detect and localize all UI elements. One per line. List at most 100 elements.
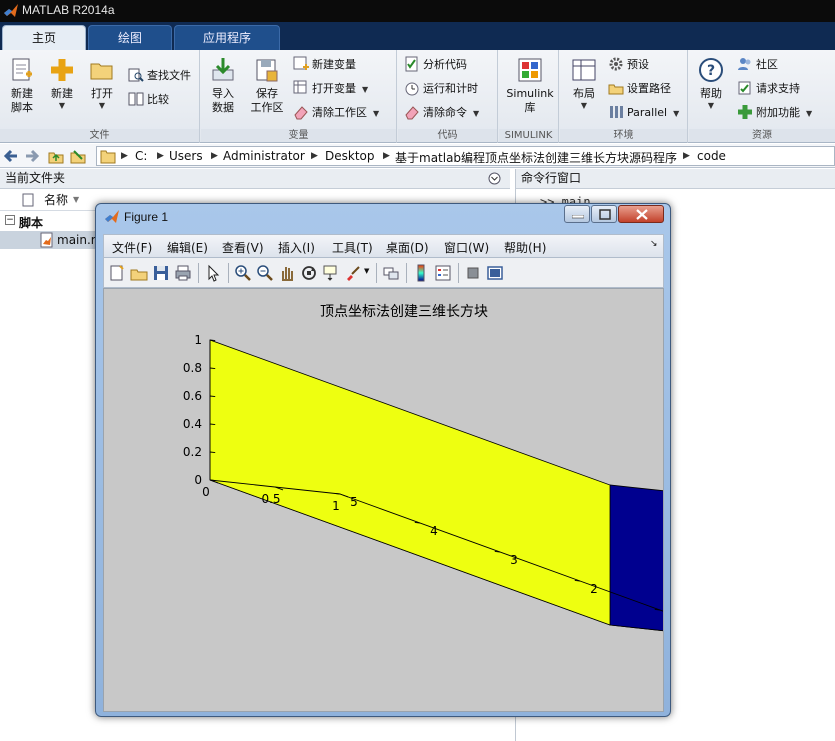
new-variable-button[interactable]: 新建变量 [293,55,356,75]
brush-icon[interactable] [344,264,362,282]
link-plot-icon[interactable] [382,264,400,282]
collapse-icon[interactable]: − [5,215,15,225]
save-icon[interactable] [152,264,170,282]
breadcrumb-item[interactable]: 基于matlab编程顶点坐标法创建三维长方块源码程序 [395,149,677,166]
menu-tools[interactable]: 工具(T) [332,239,373,256]
add-ons-button[interactable]: 附加功能 ▼ [737,103,812,123]
group-label: 脚本 [19,216,44,230]
maximize-button[interactable] [591,205,617,223]
back-arrow-icon[interactable] [3,148,19,164]
group-label-environment: 环境 [560,129,687,142]
compare-button[interactable]: 比较 [128,90,169,110]
breadcrumb-item[interactable]: Desktop [325,149,375,163]
dock-arrow-icon[interactable]: ↘ [650,239,658,249]
breadcrumb-separator-icon: ▶ [683,151,690,161]
command-window-title: 命令行窗口 [521,171,582,185]
tab-home[interactable]: 主页 [2,25,86,50]
group-environment: 布局 ▼ 预设 设置路径 Parallel ▼ 环境 [560,50,688,143]
z-tick-mark [209,451,216,454]
show-plot-tools-icon[interactable] [486,264,504,282]
menu-help[interactable]: 帮助(H) [504,239,546,256]
breadcrumb-item[interactable]: C: [135,149,147,163]
save-workspace-label: 保存 工作区 [250,87,284,114]
run-and-time-button[interactable]: 运行和计时 [404,79,478,99]
analyze-code-button[interactable]: 分析代码 [404,55,467,75]
new-button[interactable]: 新建 ▼ [44,56,80,111]
m-file-icon [40,232,53,248]
open-variable-button[interactable]: 打开变量 ▼ [293,79,368,99]
new-script-button[interactable]: 新建 脚本 [4,56,40,115]
menu-desktop[interactable]: 桌面(D) [386,239,429,256]
pointer-icon[interactable] [204,264,222,282]
y-tick-mark [574,579,581,582]
chevron-down-icon: ▼ [58,101,66,110]
colorbar-icon[interactable] [412,264,430,282]
find-files-icon [128,68,144,82]
clear-commands-button[interactable]: 清除命令 ▼ [404,103,479,123]
request-support-button[interactable]: 请求支持 [737,79,800,99]
column-name-header[interactable]: 名称 [44,189,68,211]
legend-icon[interactable] [434,264,452,282]
save-workspace-button[interactable]: 保存 工作区 [247,56,287,115]
zoom-out-icon[interactable] [256,264,274,282]
menu-edit[interactable]: 编辑(E) [167,239,208,256]
z-tick-mark [209,395,216,398]
new-variable-icon [293,56,309,70]
3d-box-plot[interactable]: 00.20.40.60.8100.51012345顶点坐标法创建三维长方块 [104,289,663,711]
file-icon [22,193,34,207]
panel-menu-icon[interactable] [488,172,501,185]
menu-view[interactable]: 查看(V) [222,239,264,256]
save-workspace-icon [256,59,278,82]
figure-canvas[interactable]: 00.20.40.60.8100.51012345顶点坐标法创建三维长方块 [103,288,664,712]
simulink-library-label: Simulink 库 [506,87,554,114]
plus-icon [51,59,73,81]
breadcrumb-item[interactable]: code [697,149,726,163]
breadcrumb-item[interactable]: Administrator [223,149,305,163]
preferences-button[interactable]: 预设 [608,55,649,75]
layout-button[interactable]: 布局 ▼ [566,56,602,111]
parallel-icon [610,106,623,118]
sort-down-icon[interactable]: ▼ [73,189,79,211]
open-button[interactable]: 打开 ▼ [84,56,120,111]
open-file-icon[interactable] [130,264,148,282]
help-button[interactable]: ? 帮助 ▼ [693,56,729,111]
run-and-time-icon [405,82,419,96]
path-breadcrumb[interactable]: ▶ C: ▶ Users ▶ Administrator ▶ Desktop ▶… [96,146,835,166]
toolbar-separator [376,263,377,283]
figure-title: Figure 1 [124,210,169,224]
chevron-down-icon: ▼ [362,85,369,94]
chevron-down-icon[interactable]: ▼ [364,267,369,275]
browse-folder-icon[interactable] [70,148,86,164]
new-figure-icon[interactable] [108,264,126,282]
pan-hand-icon[interactable] [278,264,296,282]
import-data-button[interactable]: 导入 数据 [205,56,241,115]
up-folder-icon[interactable] [48,148,64,164]
breadcrumb-item[interactable]: Users [169,149,203,163]
close-button[interactable] [618,205,664,223]
parallel-button[interactable]: Parallel ▼ [608,103,679,123]
open-variable-label: 打开变量 [312,82,356,95]
menu-window[interactable]: 窗口(W) [444,239,489,256]
community-button[interactable]: 社区 [737,55,778,75]
minimize-button[interactable] [564,205,590,223]
menu-file[interactable]: 文件(F) [112,239,152,256]
zoom-in-icon[interactable] [234,264,252,282]
print-icon[interactable] [174,264,192,282]
toolbar-separator [228,263,229,283]
simulink-library-button[interactable]: Simulink 库 [505,56,555,115]
set-path-button[interactable]: 设置路径 [608,79,671,99]
clear-workspace-button[interactable]: 清除工作区 ▼ [293,103,379,123]
group-label-resources: 资源 [689,129,835,142]
menu-insert[interactable]: 插入(I) [278,239,315,256]
eraser-icon [405,106,419,120]
group-label-file: 文件 [0,129,199,142]
find-files-button[interactable]: 查找文件 [128,66,191,86]
forward-arrow-icon[interactable] [24,148,40,164]
tab-apps[interactable]: 应用程序 [174,25,280,50]
rotate-3d-icon[interactable] [300,264,318,282]
data-cursor-icon[interactable] [322,264,340,282]
hide-plot-tools-icon[interactable] [464,264,482,282]
tab-plots[interactable]: 绘图 [88,25,172,50]
y-tick-mark [414,521,421,524]
add-ons-icon [738,105,752,119]
